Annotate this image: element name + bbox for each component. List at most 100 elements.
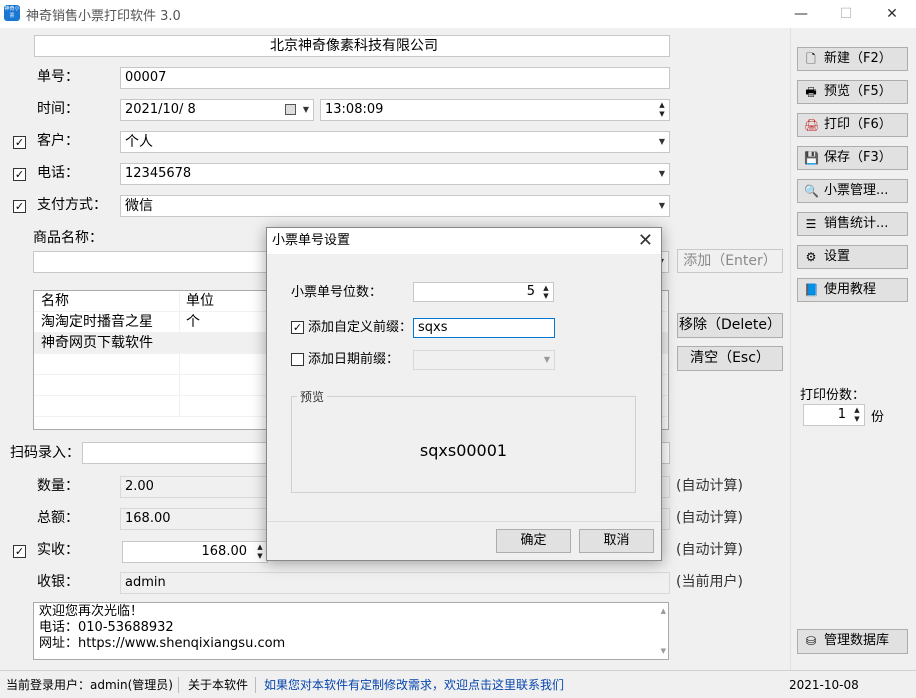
add-button[interactable]: 添加（Enter） [677,249,783,273]
copies-label: 打印份数： [800,388,866,403]
chevron-down-icon[interactable]: ▼ [659,132,665,152]
memo-line: 电话：010-53688932 [39,620,174,635]
memo-line: 网址：https://www.shenqixiangsu.com [39,636,286,651]
receipt-no-label: 单号： [37,66,79,88]
about-link[interactable]: 关于本软件 [188,671,248,698]
calendar-icon[interactable] [285,104,296,115]
payment-value: 微信 [125,198,153,214]
status-datetime: 2021-10-08 15:57:21 [789,678,859,692]
remove-button[interactable]: 移除（Delete） [677,313,783,338]
copies-spinner[interactable]: ▲ ▼ [851,406,863,424]
preview-group: 预览 sqxs00001 [291,388,636,493]
new-button-label: 新建（F2） [824,51,892,66]
print-button[interactable]: 🖨 打印（F6） [797,113,908,137]
ok-button[interactable]: 确定 [496,529,571,553]
list-item-name: 淘淘定时播音之星 [34,312,180,332]
custom-prefix-label: 添加自定义前缀： [308,320,413,335]
settings-label: 设置 [824,249,851,264]
list-item-unit [180,333,186,353]
new-button[interactable]: 🗋 新建（F2） [797,47,908,71]
tutorial-button[interactable]: 📘 使用教程 [797,278,908,302]
cashier-label: 收银： [37,571,79,593]
footer-memo[interactable]: 欢迎您再次光临！ 电话：010-53688932 网址：https://www.… [33,602,669,660]
save-button-label: 保存（F3） [824,150,892,165]
date-prefix-select[interactable]: ▼ [413,350,555,370]
column-header-unit[interactable]: 单位 [180,291,214,311]
copies-input[interactable]: 1 ▲ ▼ [803,404,865,426]
sales-stats-button[interactable]: ☰ 销售统计... [797,212,908,236]
cashier-hint: (当前用户) [676,574,743,590]
digits-value: 5 [526,284,535,299]
customer-select[interactable]: 个人 ▼ [120,131,670,153]
maximize-button[interactable]: ☐ [831,4,861,24]
clear-button[interactable]: 清空（Esc） [677,346,783,371]
paid-checkbox[interactable]: ✓ [13,545,26,558]
date-picker[interactable]: 2021/10/ 8 ▼ [120,99,314,121]
receipt-no-field[interactable]: 00007 [120,67,670,89]
manage-db-label: 管理数据库 [824,633,890,648]
chevron-down-icon[interactable]: ▼ [659,164,665,184]
tutorial-label: 使用教程 [824,282,877,297]
print-icon: 🖨 [804,118,820,132]
save-icon: 💾 [804,151,819,165]
payment-select[interactable]: 微信 ▼ [120,195,670,217]
paid-hint: (自动计算) [676,542,743,558]
list-item-name: 神奇网页下载软件 [34,333,180,353]
phone-select[interactable]: 12345678 ▼ [120,163,670,185]
memo-scrollbar[interactable]: ▲ [661,607,666,615]
time-label: 时间： [37,98,79,120]
payment-label: 支付方式： [37,194,107,216]
digits-input[interactable]: 5 ▲ ▼ [413,282,554,302]
time-field[interactable]: 13:08:09 ▲ ▼ [320,99,670,121]
chevron-down-icon[interactable]: ▼ [544,351,550,369]
chevron-down-icon[interactable]: ▼ [659,196,665,216]
window-title: 神奇销售小票打印软件 3.0 [26,9,181,24]
status-user: 当前登录用户：admin(管理员) [6,678,173,692]
preview-button[interactable]: 🖶 预览（F5） [797,80,908,104]
save-button[interactable]: 💾 保存（F3） [797,146,908,170]
settings-button[interactable]: ⚙ 设置 [797,245,908,269]
phone-checkbox[interactable]: ✓ [13,168,26,181]
preview-value: sqxs00001 [419,441,508,460]
column-header-name[interactable]: 名称 [34,291,180,311]
time-spinner[interactable]: ▲ ▼ [656,101,668,119]
receipt-manage-button[interactable]: 🔍 小票管理... [797,179,908,203]
receipt-manage-label: 小票管理... [824,183,889,198]
time-value: 13:08:09 [325,102,384,117]
gear-icon: ⚙ [805,250,817,264]
paid-field[interactable]: 168.00 ▲ ▼ [122,541,268,563]
chevron-down-icon[interactable]: ▼ [303,100,309,120]
date-prefix-checkbox[interactable] [291,353,304,366]
cashier-field: admin [120,572,670,594]
digits-spinner[interactable]: ▲ ▼ [540,284,552,300]
copies-value: 1 [837,407,846,422]
search-icon: 🔍 [804,184,819,198]
total-label: 总额： [37,507,79,529]
preview-printer-icon: 🖶 [805,85,817,99]
dialog-title-bar: 小票单号设置 ✕ [267,228,661,254]
receipt-number-dialog: 小票单号设置 ✕ 小票单号位数： 5 ▲ ▼ ✓ 添加自定义前缀： sqxs 添加… [266,227,662,561]
total-hint: (自动计算) [676,510,743,526]
manage-db-button[interactable]: ⛁ 管理数据库 [797,629,908,654]
memo-scrollbar[interactable]: ▼ [661,647,666,655]
minimize-button[interactable]: — [786,4,816,24]
custom-prefix-checkbox[interactable]: ✓ [291,321,304,334]
paid-value: 168.00 [201,544,248,559]
company-name-field[interactable]: 北京神奇像素科技有限公司 [34,35,670,57]
qty-hint: (自动计算) [676,478,743,494]
phone-label: 电话： [37,162,79,184]
payment-checkbox[interactable]: ✓ [13,200,26,213]
qty-label: 数量： [37,475,79,497]
new-doc-icon: 🗋 [806,52,816,66]
sales-stats-label: 销售统计... [824,216,889,231]
database-icon: ⛁ [805,634,817,648]
book-icon: 📘 [804,283,819,297]
custom-prefix-input[interactable]: sqxs [413,318,555,338]
paid-spinner[interactable]: ▲ ▼ [254,543,266,561]
cancel-button[interactable]: 取消 [579,529,654,553]
close-button[interactable]: ✕ [877,4,907,24]
customer-checkbox[interactable]: ✓ [13,136,26,149]
status-bar: 当前登录用户：admin(管理员) 关于本软件 如果您对本软件有定制修改需求，欢… [0,670,916,698]
contact-link[interactable]: 如果您对本软件有定制修改需求，欢迎点击这里联系我们 [264,671,564,698]
close-icon[interactable]: ✕ [638,230,653,252]
